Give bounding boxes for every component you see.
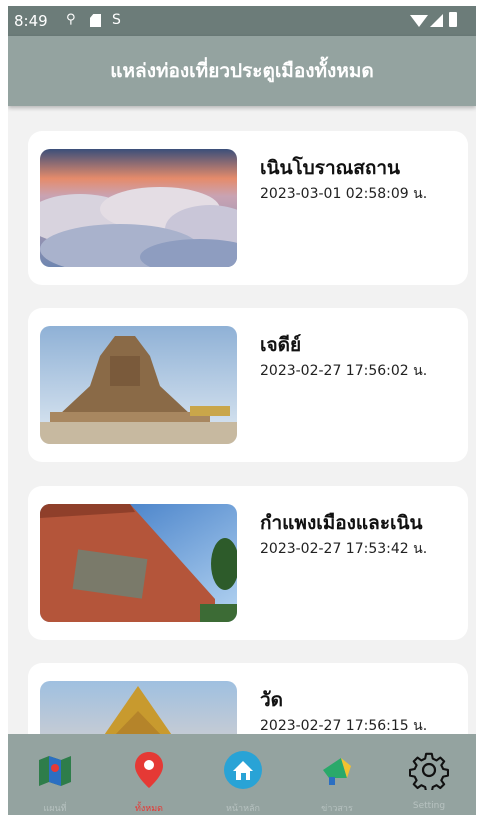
nav-label-map: แผนที่	[43, 804, 67, 814]
status-time: 8:49	[14, 12, 48, 30]
status-bar: 8:49 ⚲ S	[8, 6, 476, 36]
page-title: แหล่งท่องเที่ยวประตูเมืองทั้งหมด	[110, 60, 374, 82]
signal-icon	[430, 14, 443, 27]
megaphone-icon	[317, 750, 357, 790]
place-card-1[interactable]: เนินโบราณสถาน 2023-03-01 02:58:09 น.	[28, 131, 468, 285]
nav-label-home: หน้าหลัก	[225, 804, 261, 814]
place-date: 2023-03-01 02:58:09 น.	[260, 186, 428, 202]
place-card-2[interactable]: เจดีย์ 2023-02-27 17:56:02 น.	[28, 308, 468, 462]
battery-icon	[449, 12, 457, 27]
place-image-clouds	[40, 149, 237, 267]
nav-label-all: ทั้งหมด	[134, 804, 164, 814]
place-date: 2023-02-27 17:56:02 น.	[260, 363, 428, 379]
usb-icon: ⚲	[66, 12, 76, 27]
location-pin-icon	[129, 750, 169, 790]
nav-item-map[interactable]: แผนที่	[8, 734, 102, 815]
sd-card-icon	[90, 14, 101, 27]
place-date: 2023-02-27 17:53:42 น.	[260, 541, 428, 557]
place-title: กำแพงเมืองและเนิน	[260, 512, 423, 534]
place-image-chedi	[40, 326, 237, 444]
nav-item-all[interactable]: ทั้งหมด	[102, 734, 196, 815]
sync-icon: S	[112, 12, 121, 28]
place-title: วัด	[260, 689, 284, 711]
nav-item-news[interactable]: ข่าวสาร	[290, 734, 384, 815]
wifi-icon	[410, 15, 428, 27]
place-card-3[interactable]: กำแพงเมืองและเนิน 2023-02-27 17:53:42 น.	[28, 486, 468, 640]
map-icon	[35, 750, 75, 790]
place-image-city-wall	[40, 504, 237, 622]
nav-item-home[interactable]: หน้าหลัก	[196, 734, 290, 815]
place-title: เนินโบราณสถาน	[260, 157, 400, 179]
gear-icon	[408, 750, 449, 793]
bottom-navigation: แผนที่ ทั้งหมด หน้าหลัก ข่าวสาร Setting	[8, 734, 476, 815]
nav-label-news: ข่าวสาร	[321, 804, 353, 814]
nav-item-setting[interactable]: Setting	[382, 734, 476, 815]
home-icon	[223, 750, 263, 790]
app-screen: 8:49 ⚲ S แหล่งท่องเที่ยวประตูเมืองทั้งหม…	[8, 6, 476, 815]
app-bar: แหล่งท่องเที่ยวประตูเมืองทั้งหมด	[8, 36, 476, 106]
place-title: เจดีย์	[260, 334, 302, 356]
nav-label-setting: Setting	[412, 801, 446, 811]
